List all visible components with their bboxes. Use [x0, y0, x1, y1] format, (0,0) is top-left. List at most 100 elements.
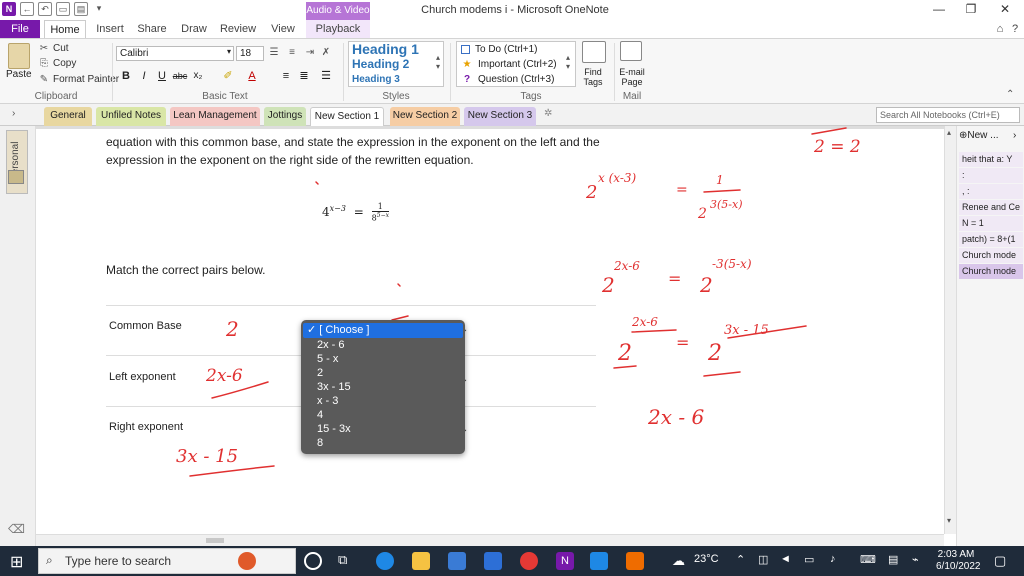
page-list-nav-icon[interactable]: ›	[1013, 130, 1016, 141]
strikethrough-button[interactable]: abc	[172, 69, 188, 83]
taskbar-search-input[interactable]: Type here to search	[38, 548, 296, 574]
mail-icon[interactable]	[484, 552, 502, 570]
volume-icon[interactable]: ◄	[780, 553, 791, 565]
app-icon[interactable]	[626, 552, 644, 570]
recycle-bin-icon[interactable]: ⌫	[8, 522, 25, 536]
file-explorer-icon[interactable]	[412, 552, 430, 570]
answer-dropdown-menu[interactable]: ✓ [ Choose ] 2x - 6 5 - x 2 3x - 15 x - …	[301, 320, 465, 454]
tag-question[interactable]: ? Question (Ctrl+3)	[457, 72, 575, 87]
copy-button[interactable]: ⎘ Copy	[38, 58, 76, 69]
scroll-thumb[interactable]	[206, 538, 224, 543]
dropdown-option[interactable]: 5 - x	[317, 352, 338, 366]
page-canvas[interactable]: equation with this common base, and stat…	[36, 126, 944, 534]
weather-temperature[interactable]: 23°C	[694, 553, 719, 565]
add-section-icon[interactable]: ✲	[544, 108, 552, 119]
windows-start-icon[interactable]: ⊞	[10, 552, 23, 572]
battery-icon[interactable]: ▭	[804, 553, 814, 566]
email-page-button[interactable]: E-mail Page	[614, 67, 650, 87]
tag-important[interactable]: ★ Important (Ctrl+2)	[457, 57, 575, 72]
keyboard-icon[interactable]: ▤	[888, 553, 898, 566]
styles-scroll-icon[interactable]: ▴ ▾	[436, 53, 440, 71]
dock-icon[interactable]: ▭	[56, 2, 70, 16]
help-icon[interactable]: ?	[1008, 20, 1022, 38]
edge-icon[interactable]	[376, 552, 394, 570]
styles-gallery[interactable]: Heading 1 Heading 2 Heading 3	[348, 41, 444, 87]
section-tab-new-section-3[interactable]: New Section 3	[464, 107, 536, 126]
section-tab-general[interactable]: General	[44, 107, 92, 126]
vertical-scrollbar[interactable]: ▴ ▾	[944, 126, 956, 534]
dropdown-option[interactable]: 4	[317, 408, 323, 422]
subscript-button[interactable]: x₂	[190, 69, 206, 83]
tab-file[interactable]: File	[0, 20, 40, 38]
notebook-sync-icon[interactable]: ⌂	[994, 20, 1006, 38]
tab-draw[interactable]: Draw	[176, 20, 212, 38]
scroll-up-icon[interactable]: ▴	[947, 128, 951, 137]
close-button[interactable]: ✕	[990, 2, 1020, 18]
indent-button[interactable]: ⇥	[304, 47, 316, 58]
search-highlight-icon[interactable]	[238, 552, 256, 570]
page-list-item-selected[interactable]: Church mode	[959, 264, 1023, 279]
style-heading-3[interactable]: Heading 3	[349, 72, 443, 87]
tags-gallery[interactable]: To Do (Ctrl+1) ★ Important (Ctrl+2) ? Ques…	[456, 41, 576, 87]
tab-view[interactable]: View	[266, 20, 300, 38]
section-tab-lean-management[interactable]: Lean Management	[170, 107, 260, 126]
tab-playback[interactable]: Playback	[306, 20, 370, 38]
page-list-item[interactable]: patch) = 8+(1	[959, 232, 1023, 247]
add-page-button[interactable]: ⊕New ...	[959, 130, 999, 141]
tab-review[interactable]: Review	[218, 20, 258, 38]
weather-icon[interactable]: ☁	[672, 553, 685, 569]
tab-home[interactable]: Home	[44, 20, 86, 38]
paste-button[interactable]: Paste	[6, 69, 32, 80]
system-clock[interactable]: 2:03 AM 6/10/2022	[936, 549, 981, 573]
task-view-icon[interactable]: ⧉	[338, 552, 356, 570]
notifications-icon[interactable]: ▢	[994, 553, 1006, 569]
page-list-item[interactable]: Church mode	[959, 248, 1023, 263]
section-tab-new-section-2[interactable]: New Section 2	[390, 107, 460, 126]
tags-scroll-icon[interactable]: ▴ ▾	[566, 53, 570, 71]
minimize-button[interactable]: —	[924, 2, 954, 18]
store-icon[interactable]	[448, 552, 466, 570]
full-page-icon[interactable]: ▤	[74, 2, 88, 16]
clear-formatting-button[interactable]: ✗	[320, 47, 332, 58]
underline-button[interactable]: U	[154, 69, 170, 83]
onenote-taskbar-icon[interactable]: N	[556, 552, 574, 570]
align-center-icon[interactable]: ≣	[296, 69, 312, 83]
page-list-item[interactable]: heit that a: Y	[959, 152, 1023, 167]
format-painter-button[interactable]: ✎ Format Painter	[38, 74, 119, 85]
tag-todo[interactable]: To Do (Ctrl+1)	[457, 42, 575, 57]
dropdown-option[interactable]: 3x - 15	[317, 380, 351, 394]
paragraph-align-icon[interactable]: ☰	[318, 69, 334, 83]
bullets-button[interactable]: ☰	[268, 47, 280, 58]
input-icon[interactable]: ⌨	[860, 553, 876, 566]
speaker-icon[interactable]: ♪	[830, 553, 836, 565]
undo-icon[interactable]: ↶	[38, 2, 52, 16]
page-list-item[interactable]: :	[959, 168, 1023, 183]
network-icon[interactable]: ◫	[758, 553, 768, 566]
dropdown-option[interactable]: 2x - 6	[317, 338, 345, 352]
font-color-icon[interactable]: A	[244, 69, 260, 83]
media-player-icon[interactable]	[590, 552, 608, 570]
style-heading-2[interactable]: Heading 2	[349, 57, 443, 72]
horizontal-scrollbar[interactable]	[36, 534, 944, 546]
back-icon[interactable]: ←	[20, 2, 34, 16]
language-icon[interactable]: ⌁	[912, 553, 919, 566]
restore-button[interactable]: ❐	[956, 2, 986, 18]
search-input[interactable]: Search All Notebooks (Ctrl+E)	[876, 107, 1020, 123]
page-list-item[interactable]: , :	[959, 184, 1023, 199]
section-tab-jottings[interactable]: Jottings	[264, 107, 306, 126]
font-size-box[interactable]: 18	[236, 46, 264, 61]
chrome-icon[interactable]	[520, 552, 538, 570]
bold-button[interactable]: B	[118, 69, 134, 83]
scroll-down-icon[interactable]: ▾	[947, 516, 951, 525]
dropdown-option-choose[interactable]: ✓ [ Choose ]	[303, 323, 463, 338]
font-name-box[interactable]: Calibri ▾	[116, 46, 234, 61]
collapse-ribbon-icon[interactable]: ⌃	[1006, 89, 1014, 100]
section-tab-unfiled-notes[interactable]: Unfiled Notes	[96, 107, 166, 126]
customize-qat-icon[interactable]: ▾	[92, 2, 106, 16]
dropdown-option[interactable]: 15 - 3x	[317, 422, 351, 436]
cut-button[interactable]: ✂ Cut	[38, 43, 69, 54]
dropdown-option[interactable]: 8	[317, 436, 323, 450]
tab-insert[interactable]: Insert	[92, 20, 128, 38]
page-list-item[interactable]: N = 1	[959, 216, 1023, 231]
numbering-button[interactable]: ≡	[286, 47, 298, 58]
